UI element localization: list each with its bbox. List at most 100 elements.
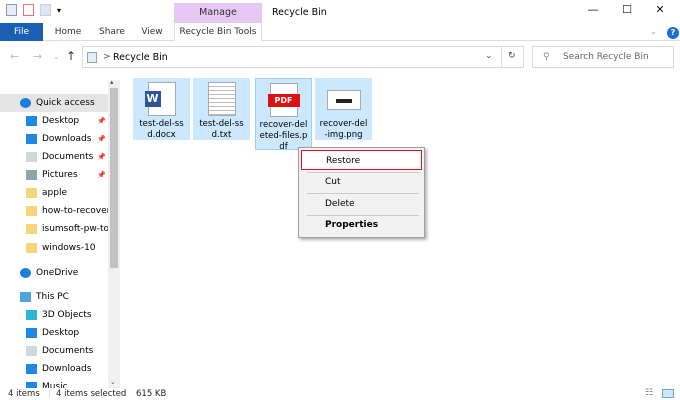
file-name-line: test-del-ss [199, 119, 244, 129]
tab-view[interactable]: View [134, 23, 170, 41]
documents-icon [26, 346, 37, 356]
pdf-badge: PDF [267, 94, 300, 107]
selected-size: 615 KB [136, 389, 167, 399]
item-count: 4 items [8, 389, 40, 399]
nav-item-label: Pictures [42, 170, 78, 180]
search-icon: ⚲ [543, 52, 550, 62]
file-name-line: d.docx [147, 130, 176, 140]
context-menu: Restore Cut Delete Properties [298, 147, 425, 238]
nav-item-label: isumsoft-pw-toc [42, 224, 108, 234]
file-name-line: eted-files.p [259, 131, 308, 141]
nav-item-label: Quick access [36, 98, 95, 108]
file-item[interactable]: PDF recover-del eted-files.p df [255, 78, 312, 152]
file-name-line: recover-del [259, 120, 308, 130]
address-bar[interactable]: > Recycle Bin ⌄ ↻ [82, 46, 524, 68]
address-dropdown-icon[interactable]: ⌄ [485, 51, 493, 61]
navigation-pane: Quick access Desktop 📌 Downloads 📌 Documents 📌… [0, 80, 108, 388]
recent-locations-button[interactable]: ⌄ [53, 52, 60, 61]
ribbon-tabs: File Home Share View Recycle Bin Tools ⌄ [0, 23, 680, 41]
close-button[interactable]: ✕ [645, 3, 675, 19]
nav-item-label: Documents [42, 152, 94, 162]
nav-item-documents[interactable]: Documents 📌 [0, 148, 108, 166]
pin-icon[interactable]: 📌 [97, 171, 106, 179]
nav-item-label: This PC [36, 292, 69, 302]
pictures-icon [26, 170, 37, 180]
nav-item-downloads[interactable]: Downloads [0, 360, 108, 378]
nav-item-how-to-recover[interactable]: how-to-recover- [0, 202, 108, 220]
download-icon [26, 364, 37, 374]
desktop-icon [26, 328, 37, 338]
refresh-icon[interactable]: ↻ [508, 51, 516, 61]
forward-button[interactable]: → [33, 50, 42, 63]
folder-icon [26, 224, 37, 234]
nav-item-label: Downloads [42, 364, 92, 374]
nav-item-this-pc[interactable]: This PC [0, 288, 108, 306]
file-item[interactable]: recover-del -img.png [315, 78, 372, 140]
search-input[interactable]: ⚲ Search Recycle Bin [532, 46, 674, 68]
new-folder-icon[interactable] [40, 4, 51, 16]
pin-icon[interactable]: 📌 [97, 117, 106, 125]
nav-item-label: OneDrive [36, 268, 79, 278]
nav-item-documents[interactable]: Documents [0, 342, 108, 360]
tab-recycle-bin-tools[interactable]: Recycle Bin Tools [174, 23, 262, 41]
nav-item-apple[interactable]: apple [0, 184, 108, 202]
pin-icon[interactable]: 📌 [97, 135, 106, 143]
nav-item-pictures[interactable]: Pictures 📌 [0, 166, 108, 184]
minimize-button[interactable]: — [578, 3, 608, 19]
nav-item-3d-objects[interactable]: 3D Objects [0, 306, 108, 324]
status-bar: 4 items 4 items selected 615 KB ☷ [0, 388, 680, 400]
desktop-icon [26, 116, 37, 126]
nav-item-desktop[interactable]: Desktop [0, 324, 108, 342]
nav-item-onedrive[interactable]: OneDrive [0, 264, 108, 282]
back-button[interactable]: ← [10, 50, 19, 63]
tab-file[interactable]: File [0, 23, 43, 41]
nav-item-windows-10[interactable]: windows-10 [0, 239, 108, 257]
file-name-line: -img.png [324, 130, 363, 140]
file-item[interactable]: test-del-ss d.txt [193, 78, 250, 140]
maximize-button[interactable]: ☐ [612, 3, 642, 19]
menu-item-cut[interactable]: Cut [301, 172, 422, 192]
file-name-line: test-del-ss [139, 119, 184, 129]
nav-item-label: windows-10 [42, 243, 96, 253]
nav-item-downloads[interactable]: Downloads 📌 [0, 130, 108, 148]
customize-qat-icon[interactable]: ▾ [57, 6, 61, 15]
nav-item-label: 3D Objects [42, 310, 92, 320]
scroll-up-icon[interactable]: ▴ [110, 78, 114, 86]
documents-icon [26, 152, 37, 162]
help-icon[interactable]: ? [667, 27, 679, 39]
expand-ribbon-icon[interactable]: ⌄ [650, 27, 657, 36]
file-name-line: d.txt [211, 130, 232, 140]
nav-item-desktop[interactable]: Desktop 📌 [0, 112, 108, 130]
tab-home[interactable]: Home [48, 23, 88, 41]
menu-item-delete[interactable]: Delete [301, 194, 422, 214]
nav-item-music[interactable]: Music [0, 378, 108, 388]
cloud-icon [20, 268, 31, 278]
nav-item-quick-access[interactable]: Quick access [0, 94, 108, 112]
word-file-icon: W [144, 82, 176, 116]
nav-item-label: Desktop [42, 116, 80, 126]
pin-icon[interactable]: 📌 [97, 153, 106, 161]
star-icon [20, 98, 31, 108]
folder-alert-icon [26, 206, 37, 216]
search-placeholder: Search Recycle Bin [563, 52, 649, 62]
scroll-down-icon[interactable]: ⌄ [110, 378, 116, 386]
title-bar: ▾ Manage Recycle Bin — ☐ ✕ [0, 0, 680, 23]
nav-item-label: apple [42, 188, 67, 198]
up-button[interactable]: ↑ [66, 49, 76, 63]
selected-count: 4 items selected [56, 389, 127, 399]
recycle-bin-icon[interactable] [6, 4, 17, 16]
properties-icon[interactable] [23, 4, 34, 16]
large-icons-view-icon[interactable] [662, 389, 674, 398]
text-file-icon [207, 82, 236, 116]
breadcrumb-recycle-bin[interactable]: Recycle Bin [113, 52, 168, 63]
menu-item-restore[interactable]: Restore [301, 150, 422, 170]
nav-scrollbar-thumb[interactable] [110, 88, 118, 268]
menu-item-properties[interactable]: Properties [301, 215, 422, 235]
nav-item-label: Documents [42, 346, 94, 356]
quick-access-toolbar: ▾ [6, 4, 61, 16]
file-item[interactable]: Wtest-del-ss d.docx [133, 78, 190, 140]
folder-check-icon [26, 188, 37, 198]
tab-share[interactable]: Share [92, 23, 132, 41]
details-view-icon[interactable]: ☷ [645, 388, 653, 398]
nav-item-isumsoft-pw-toc[interactable]: isumsoft-pw-toc [0, 220, 108, 238]
